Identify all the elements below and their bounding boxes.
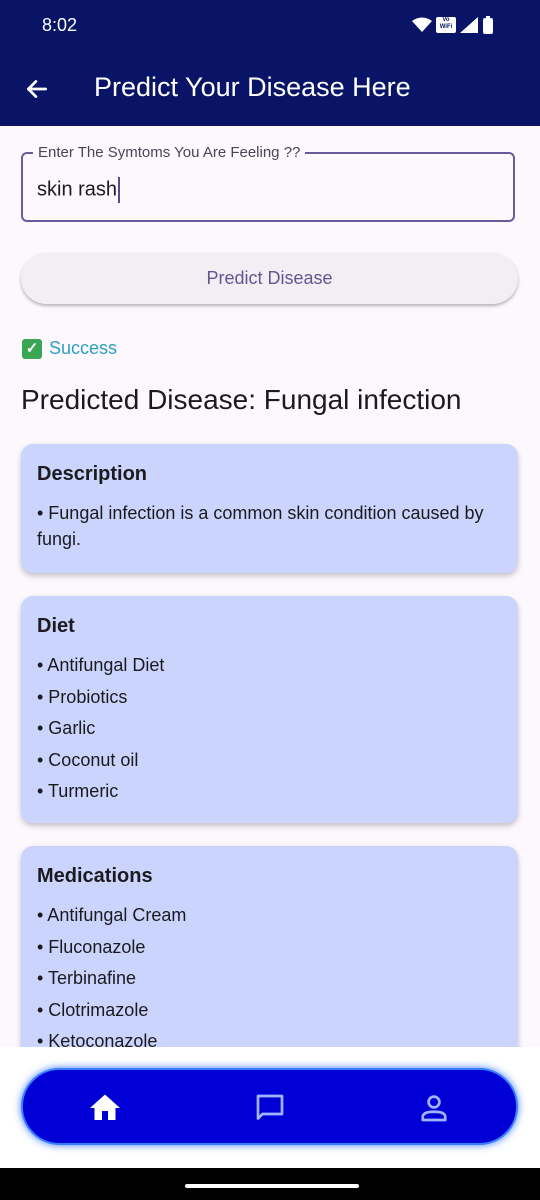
app-bar: Predict Your Disease Here [0, 52, 540, 126]
medication-item: • Antifungal Cream [37, 905, 187, 925]
diet-item: • Antifungal Diet [37, 655, 165, 675]
medication-item: • Clotrimazole [37, 999, 149, 1020]
symptoms-input-label: Enter The Symtoms You Are Feeling ?? [33, 144, 306, 161]
predict-disease-button[interactable]: Predict Disease [21, 253, 518, 304]
battery-icon [483, 16, 493, 34]
vowifi-icon: Vo WiFi [436, 17, 456, 33]
diet-card: Diet • Antifungal Diet • Probiotics • Ga… [21, 596, 518, 823]
diet-item: • Probiotics [37, 686, 128, 707]
home-gesture-handle[interactable] [185, 1184, 359, 1188]
profile-icon[interactable] [416, 1090, 452, 1126]
diet-item: • Coconut oil [37, 749, 139, 770]
home-icon[interactable] [87, 1090, 123, 1126]
wifi-icon [412, 17, 432, 32]
check-mark-icon: ✓ [22, 338, 42, 359]
status-icons: Vo WiFi [412, 16, 494, 34]
status-time: 8:02 [42, 15, 78, 35]
success-text: Success [49, 338, 118, 358]
symptoms-input-value: skin rash [37, 178, 118, 201]
description-card: Description • Fungal infection is a comm… [21, 444, 518, 573]
diet-item: • Garlic [37, 718, 96, 738]
page-title: Predict Your Disease Here [94, 72, 411, 102]
diet-item: • Turmeric [37, 781, 119, 801]
chat-icon[interactable] [252, 1090, 288, 1126]
text-cursor [118, 177, 121, 203]
medication-item: • Terbinafine [37, 968, 137, 988]
back-arrow-icon[interactable] [24, 76, 50, 102]
signal-icon [460, 17, 478, 33]
description-card-title: Description [37, 463, 148, 485]
gesture-bar [0, 1168, 540, 1200]
medications-card: Medications • Antifungal Cream • Flucona… [21, 846, 518, 1073]
status-bar: 8:02 Vo WiFi [0, 0, 540, 52]
bottom-navigation-bar [21, 1068, 518, 1145]
predicted-disease-heading: Predicted Disease: Fungal infection [21, 384, 462, 415]
medication-item: • Fluconazole [37, 936, 146, 957]
medications-card-title: Medications [37, 865, 153, 887]
diet-card-title: Diet [37, 615, 75, 637]
description-text: • Fungal infection is a common skin cond… [37, 503, 484, 549]
success-status: ✓ Success [22, 338, 117, 359]
symptoms-input[interactable]: Enter The Symtoms You Are Feeling ?? ski… [21, 144, 515, 222]
